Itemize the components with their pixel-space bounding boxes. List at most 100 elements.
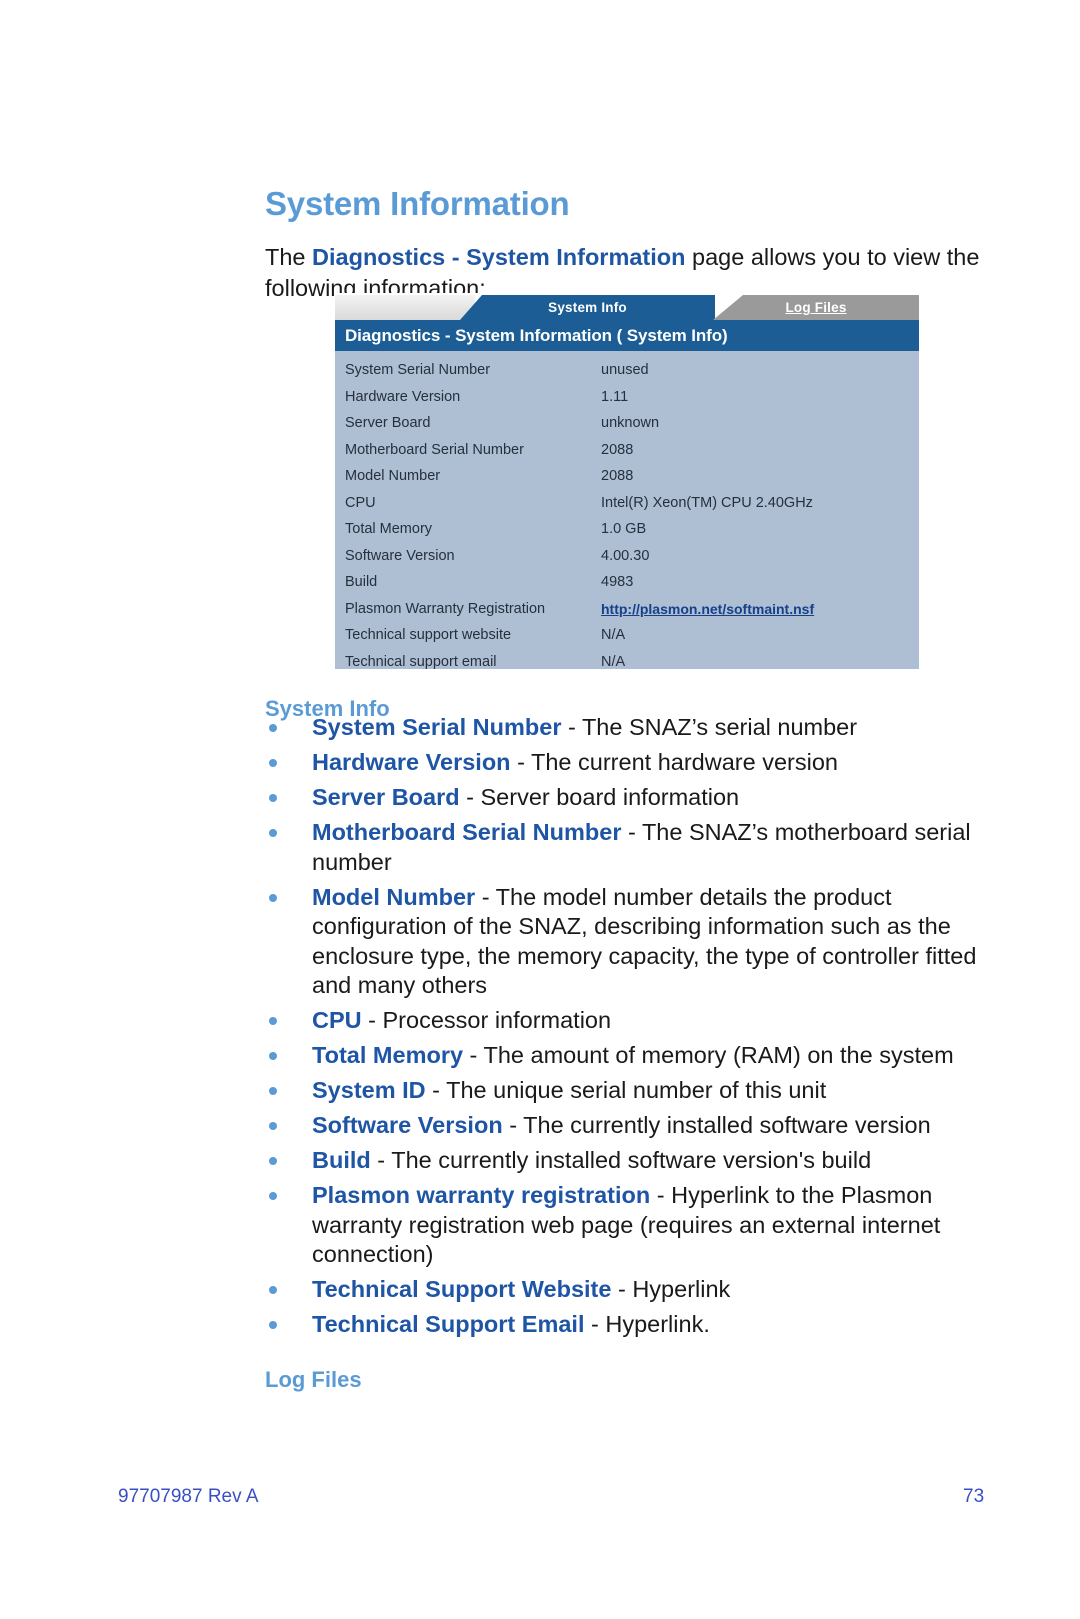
table-row: System Serial Number unused xyxy=(335,357,919,384)
row-value: 1.11 xyxy=(601,388,629,405)
bullet-dot-icon xyxy=(269,724,277,732)
row-label: Motherboard Serial Number xyxy=(345,441,524,458)
list-item: Technical Support Website - Hyperlink xyxy=(265,1275,990,1305)
bullet-dot-icon xyxy=(269,1017,277,1025)
list-item-term: Hardware Version xyxy=(312,749,511,775)
tab-system-info-label: System Info xyxy=(548,300,627,315)
list-item-term: Server Board xyxy=(312,784,460,810)
row-value: N/A xyxy=(601,653,626,670)
list-item-desc: - The current hardware version xyxy=(510,749,838,775)
system-info-table: System Serial Number unused Hardware Ver… xyxy=(335,351,919,670)
page-title: System Information xyxy=(265,185,570,223)
table-row: Build 4983 xyxy=(335,569,919,596)
table-row: Total Memory 1.0 GB xyxy=(335,516,919,543)
row-label: CPU xyxy=(345,494,376,511)
bullet-dot-icon xyxy=(269,1122,277,1130)
table-row: CPU Intel(R) Xeon(TM) CPU 2.40GHz xyxy=(335,490,919,517)
list-item-term: Software Version xyxy=(312,1112,503,1138)
table-row: Server Board unknown xyxy=(335,410,919,437)
section-heading-log-files: Log Files xyxy=(265,1367,362,1393)
bullet-dot-icon xyxy=(269,1192,277,1200)
list-item: Server Board - Server board information xyxy=(265,783,990,813)
tab-strip: System Info Log Files xyxy=(335,293,919,320)
list-item-term: Total Memory xyxy=(312,1042,464,1068)
bullet-dot-icon xyxy=(269,893,277,902)
list-item-term: Plasmon warranty registration xyxy=(312,1182,651,1208)
footer-page-number: 73 xyxy=(963,1486,985,1507)
list-item: System Serial Number - The SNAZ’s serial… xyxy=(265,713,990,743)
list-item-term: Technical Support Website xyxy=(312,1276,612,1302)
list-item: Motherboard Serial Number - The SNAZ’s m… xyxy=(265,818,990,877)
bullet-dot-icon xyxy=(269,794,277,802)
tab-system-info[interactable]: System Info xyxy=(460,295,715,320)
row-label: System Serial Number xyxy=(345,362,491,378)
list-item-term: Model Number xyxy=(312,883,476,910)
row-value: 4.00.30 xyxy=(601,547,650,564)
bullet-dot-icon xyxy=(269,1286,277,1294)
table-row: Hardware Version 1.11 xyxy=(335,384,919,411)
bullet-dot-icon xyxy=(269,1157,277,1165)
table-row: Technical support email N/A xyxy=(335,649,919,676)
document-page: System Information The Diagnostics - Sys… xyxy=(0,0,1080,1619)
list-item-term: Build xyxy=(312,1147,371,1173)
list-item-term: CPU xyxy=(312,1007,362,1033)
list-item-desc: - The currently installed software versi… xyxy=(502,1112,931,1138)
list-item-desc: - Server board information xyxy=(459,784,740,810)
list-item: Build - The currently installed software… xyxy=(265,1146,990,1176)
row-label: Software Version xyxy=(345,547,455,564)
tab-log-files-label: Log Files xyxy=(785,300,847,315)
row-label: Technical support website xyxy=(345,627,512,643)
list-item-desc: - Hyperlink xyxy=(611,1276,731,1302)
list-item-term: System ID xyxy=(312,1077,426,1103)
list-item-term: System Serial Number xyxy=(312,714,562,740)
list-item: Plasmon warranty registration - Hyperlin… xyxy=(265,1181,990,1270)
list-item-desc: - Hyperlink. xyxy=(584,1311,710,1337)
row-value: N/A xyxy=(601,627,626,643)
table-row: Plasmon Warranty Registration http://pla… xyxy=(335,596,919,623)
row-value: 2088 xyxy=(601,441,634,458)
list-item-desc: - Processor information xyxy=(361,1007,612,1033)
list-item-desc: - The SNAZ’s serial number xyxy=(561,714,858,740)
row-value: 2088 xyxy=(601,468,634,484)
bullet-dot-icon xyxy=(269,1052,277,1060)
bullet-dot-icon xyxy=(269,759,277,767)
list-item: Hardware Version - The current hardware … xyxy=(265,748,990,778)
row-label: Server Board xyxy=(345,415,431,431)
list-item-desc: - The unique serial number of this unit xyxy=(425,1077,827,1103)
list-item: Technical Support Email - Hyperlink. xyxy=(265,1310,990,1340)
list-item: CPU - Processor information xyxy=(265,1006,990,1036)
row-label: Plasmon Warranty Registration xyxy=(345,600,546,617)
intro-text-before: The xyxy=(265,243,313,270)
row-label: Total Memory xyxy=(345,521,433,537)
row-value: Intel(R) Xeon(TM) CPU 2.40GHz xyxy=(601,494,813,511)
list-item-desc: - The amount of memory (RAM) on the syst… xyxy=(463,1042,954,1068)
warranty-registration-link[interactable]: http://plasmon.net/softmaint.nsf xyxy=(601,596,814,623)
list-item: Software Version - The currently install… xyxy=(265,1111,990,1141)
figure-title-bar: Diagnostics - System Information ( Syste… xyxy=(335,320,919,351)
table-row: Motherboard Serial Number 2088 xyxy=(335,437,919,464)
row-label: Model Number xyxy=(345,468,441,484)
row-value: unused xyxy=(601,362,649,378)
table-row: Model Number 2088 xyxy=(335,463,919,490)
list-item: Total Memory - The amount of memory (RAM… xyxy=(265,1041,990,1071)
row-value: 1.0 GB xyxy=(601,521,647,537)
list-item-term: Technical Support Email xyxy=(312,1311,585,1337)
list-item-desc: - The currently installed software versi… xyxy=(370,1147,872,1173)
bullet-dot-icon xyxy=(269,829,277,837)
system-info-screenshot: System Info Log Files Diagnostics - Syst… xyxy=(335,293,919,670)
list-item-term: Motherboard Serial Number xyxy=(312,819,622,845)
tab-log-files[interactable]: Log Files xyxy=(713,295,919,320)
list-item: Model Number - The model number details … xyxy=(265,883,990,1001)
row-label: Hardware Version xyxy=(345,388,461,405)
bullet-dot-icon xyxy=(269,1321,277,1329)
row-label: Build xyxy=(345,574,378,590)
list-item: System ID - The unique serial number of … xyxy=(265,1076,990,1106)
system-info-bullet-list: System Serial Number - The SNAZ’s serial… xyxy=(265,713,990,1345)
row-label: Technical support email xyxy=(345,653,497,670)
footer-document-number: 97707987 Rev A xyxy=(118,1486,259,1507)
row-value: 4983 xyxy=(601,574,634,590)
intro-bold-term: Diagnostics - System Information xyxy=(312,243,686,270)
tab-strip-filler xyxy=(335,295,475,320)
bullet-dot-icon xyxy=(269,1087,277,1095)
row-value: unknown xyxy=(601,415,660,431)
